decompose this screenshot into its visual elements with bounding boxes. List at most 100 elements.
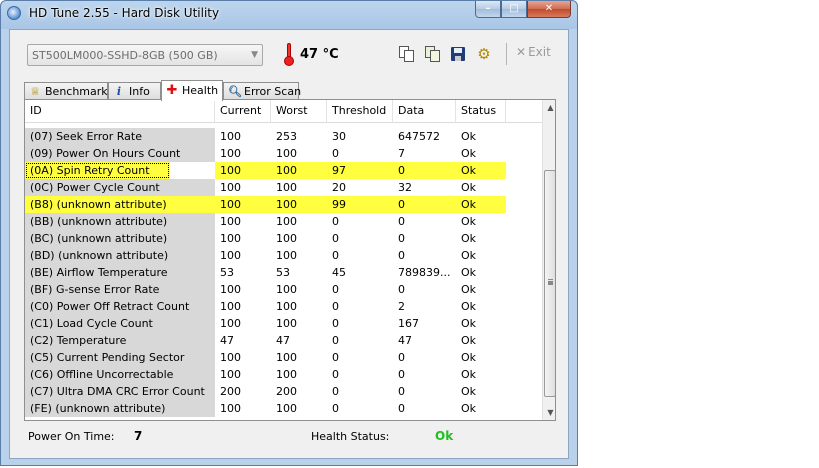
cell-data: 0 [398, 215, 405, 228]
table-row[interactable]: (BF) G-sense Error Rate 100 100 0 0 Ok [25, 281, 542, 298]
table-row[interactable]: (07) Seek Error Rate 100 253 30 647572 Ok [25, 128, 542, 145]
cell-worst: 100 [271, 162, 327, 179]
table-row[interactable]: (C0) Power Off Retract Count 100 100 0 2 Ok [25, 298, 542, 315]
cell-data: 32 [398, 181, 412, 194]
copy-button[interactable] [396, 44, 416, 64]
tab-error-scan[interactable]: 🔍︎ Error Scan [223, 82, 301, 100]
cell-worst: 100 [276, 402, 297, 415]
cell-data: 7 [398, 147, 405, 160]
cell-status: Ok [461, 181, 477, 194]
scroll-up-icon[interactable]: ▲ [543, 100, 555, 115]
cell-threshold: 0 [332, 215, 339, 228]
minimize-button[interactable]: – [475, 1, 501, 18]
column-header-id[interactable]: ID [25, 100, 215, 122]
cell-id: (C2) Temperature [25, 332, 215, 349]
cell-worst: 100 [276, 283, 297, 296]
table-row[interactable]: (FE) (unknown attribute) 100 100 0 0 Ok [25, 400, 542, 417]
cell-blank [170, 162, 215, 179]
health-status-label: Health Status: [311, 430, 390, 443]
column-header-threshold[interactable]: Threshold [327, 100, 393, 122]
copy-all-button[interactable] [422, 44, 442, 64]
cell-threshold: 45 [332, 266, 346, 279]
cell-data: 0 [398, 368, 405, 381]
table-row[interactable]: (C2) Temperature 47 47 0 47 Ok [25, 332, 542, 349]
table-row[interactable]: (BD) (unknown attribute) 100 100 0 0 Ok [25, 247, 542, 264]
power-on-time-value: 7 [134, 429, 143, 443]
cell-current: 100 [220, 232, 241, 245]
cell-threshold: 97 [327, 162, 393, 179]
cell-worst: 100 [276, 351, 297, 364]
table-row[interactable]: (C1) Load Cycle Count 100 100 0 167 Ok [25, 315, 542, 332]
cell-status: Ok [461, 351, 477, 364]
power-on-time-label: Power On Time: [28, 430, 115, 443]
column-header-current[interactable]: Current [215, 100, 271, 122]
cell-current: 100 [220, 317, 241, 330]
cell-id: (0A) Spin Retry Count [25, 162, 170, 179]
scroll-down-icon[interactable]: ▼ [543, 405, 555, 420]
table-row[interactable]: (B8) (unknown attribute) 100 100 99 0 Ok [25, 196, 542, 213]
cell-current: 100 [220, 368, 241, 381]
cell-status: Ok [456, 162, 506, 179]
column-header-worst[interactable]: Worst [271, 100, 327, 122]
maximize-button[interactable]: □ [501, 1, 527, 18]
tab-health[interactable]: ✚ Health [161, 80, 223, 101]
tab-info[interactable]: i Info [108, 82, 161, 100]
cell-status: Ok [461, 334, 477, 347]
column-header-data[interactable]: Data [393, 100, 456, 122]
cell-current: 100 [220, 130, 241, 143]
tab-benchmark[interactable]: ♕ Benchmark [24, 82, 108, 100]
vertical-scrollbar[interactable]: ▲ ▼ [542, 100, 555, 420]
cell-worst: 100 [276, 215, 297, 228]
title-bar[interactable]: HD Tune 2.55 - Hard Disk Utility – □ ✕ [1, 1, 577, 27]
benchmark-icon: ♕ [30, 85, 40, 98]
cell-data: 2 [398, 300, 405, 313]
options-button[interactable]: ⚙ [474, 44, 494, 64]
save-button[interactable] [448, 44, 468, 64]
table-row[interactable]: (0A) Spin Retry Count 100 100 97 0 Ok [25, 162, 542, 179]
cell-data: 0 [393, 162, 456, 179]
cell-id: (BF) G-sense Error Rate [25, 281, 215, 298]
cell-current: 53 [220, 266, 234, 279]
cell-current: 100 [220, 215, 241, 228]
cell-data: 0 [393, 196, 456, 213]
cell-id: (BC) (unknown attribute) [25, 230, 215, 247]
cell-data: 0 [398, 402, 405, 415]
cell-current: 200 [220, 385, 241, 398]
cell-id: (B8) (unknown attribute) [25, 196, 215, 213]
window-title: HD Tune 2.55 - Hard Disk Utility [29, 6, 220, 20]
cell-worst: 100 [276, 249, 297, 262]
options-icon: ⚙ [477, 45, 491, 63]
cell-threshold: 99 [327, 196, 393, 213]
drive-select-value: ST500LM000-SSHD-8GB (500 GB) [32, 49, 218, 62]
thermometer-icon [284, 43, 294, 66]
cell-status: Ok [461, 147, 477, 160]
cell-threshold: 0 [332, 351, 339, 364]
cell-id: (C0) Power Off Retract Count [25, 298, 215, 315]
health-status-value: Ok [435, 429, 454, 443]
table-row[interactable]: (BE) Airflow Temperature 53 53 45 789839... O… [25, 264, 542, 281]
drive-select[interactable]: ST500LM000-SSHD-8GB (500 GB) ▼ [27, 44, 263, 66]
scroll-thumb[interactable] [544, 170, 555, 397]
table-row[interactable]: (C7) Ultra DMA CRC Error Count 200 200 0 0 Ok [25, 383, 542, 400]
table-row[interactable]: (BC) (unknown attribute) 100 100 0 0 Ok [25, 230, 542, 247]
table-row[interactable]: (09) Power On Hours Count 100 100 0 7 Ok [25, 145, 542, 162]
exit-button[interactable]: ✕ Exit [516, 45, 551, 59]
cell-status: Ok [461, 317, 477, 330]
cell-id: (FE) (unknown attribute) [25, 400, 215, 417]
cell-threshold: 0 [332, 334, 339, 347]
close-button[interactable]: ✕ [527, 1, 571, 18]
cell-threshold: 0 [332, 385, 339, 398]
table-row[interactable]: (C6) Offline Uncorrectable 100 100 0 0 Ok [25, 366, 542, 383]
cell-data: 167 [398, 317, 419, 330]
cell-data: 0 [398, 283, 405, 296]
cell-threshold: 0 [332, 232, 339, 245]
table-row[interactable]: (C5) Current Pending Sector 100 100 0 0 Ok [25, 349, 542, 366]
info-icon: i [116, 85, 122, 98]
cell-id: (BB) (unknown attribute) [25, 213, 215, 230]
table-row[interactable]: (BB) (unknown attribute) 100 100 0 0 Ok [25, 213, 542, 230]
cell-id: (C5) Current Pending Sector [25, 349, 215, 366]
table-row[interactable]: (0C) Power Cycle Count 100 100 20 32 Ok [25, 179, 542, 196]
column-header-status[interactable]: Status [456, 100, 506, 122]
cell-threshold: 20 [332, 181, 346, 194]
app-window: HD Tune 2.55 - Hard Disk Utility – □ ✕ S… [0, 0, 578, 466]
